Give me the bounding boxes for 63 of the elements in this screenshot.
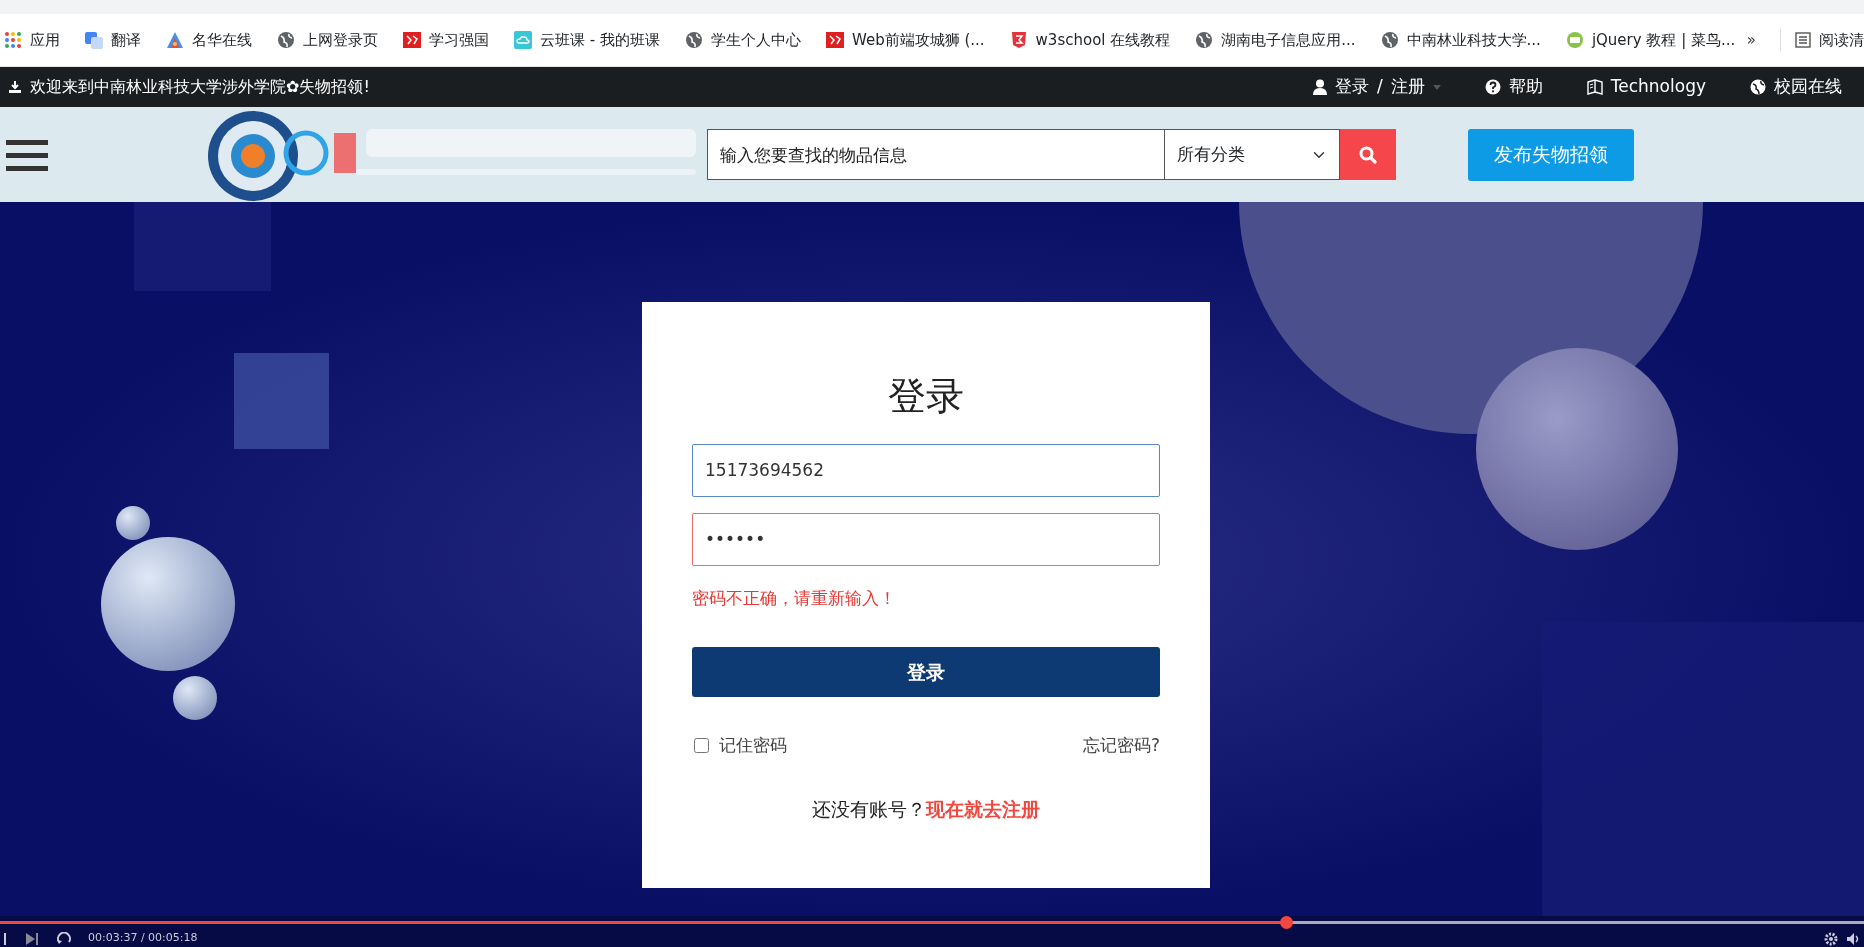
progress-handle[interactable] (1280, 916, 1294, 929)
bookmark-link[interactable]: 学习强国 (403, 28, 489, 52)
bookmark-link[interactable]: 上网登录页 (277, 28, 378, 52)
globe-icon (684, 31, 703, 49)
globe-icon (1195, 31, 1214, 49)
register-prompt: 还没有账号？现在就去注册 (811, 796, 1041, 822)
register-link[interactable]: 现在就去注册 (926, 797, 1040, 820)
password-field[interactable]: •••••• (692, 512, 1160, 566)
remember-checkbox[interactable] (694, 738, 709, 754)
error-message: 密码不正确，请重新输入！ (692, 586, 897, 610)
playback-time: 00:03:37 / 00:05:18 (88, 930, 198, 947)
login-button[interactable]: 登录 (692, 647, 1160, 698)
ring-icon (1565, 31, 1584, 49)
globe-icon (1380, 31, 1399, 49)
register-link[interactable]: 注册 (1390, 74, 1425, 100)
cloud-icon (514, 31, 532, 49)
bookmark-link[interactable]: 中南林业科技大学... (1380, 28, 1541, 52)
download-icon (8, 80, 22, 94)
welcome-text: 欢迎来到中南林业科技大学涉外学院✿失物招领! (30, 76, 370, 98)
next-icon[interactable] (26, 932, 40, 945)
search-icon (1359, 145, 1377, 164)
volume-icon[interactable] (1846, 931, 1860, 946)
search-button[interactable] (1340, 129, 1396, 180)
bookmark-link[interactable]: jQuery 教程 | 菜鸟... (1565, 28, 1736, 52)
globe-icon (277, 31, 295, 49)
category-select[interactable]: 所有分类 (1165, 129, 1340, 180)
bookmark-link[interactable]: 云班课 - 我的班课 (514, 28, 660, 52)
nav-link[interactable]: 校园在线 (1750, 74, 1842, 100)
bookmark-link[interactable]: 湖南电子信息应用... (1195, 28, 1356, 52)
bookmark-link[interactable]: Web前端攻城狮 (... (825, 28, 985, 52)
tile-icon (85, 31, 103, 49)
seal-icon (825, 31, 844, 49)
sphere-decoration (173, 676, 217, 720)
dots-grid-icon (4, 31, 22, 49)
bookmark-link[interactable]: 翻译 (85, 28, 141, 52)
seal-icon (403, 31, 421, 49)
caret-icon (1432, 84, 1441, 90)
username-field[interactable]: 15173694562 (692, 443, 1160, 497)
triangle-icon (166, 31, 184, 49)
separator-text: / (1377, 75, 1383, 99)
bookmark-link[interactable]: 应用 (4, 28, 60, 52)
loop-icon[interactable] (56, 931, 72, 946)
remember-label: 记住密码 (719, 734, 787, 758)
nav-link[interactable]: Technology (1586, 74, 1706, 100)
shield-icon (1009, 31, 1028, 49)
bookmark-link[interactable]: w3school 在线教程 (1009, 28, 1171, 52)
globe-icon (1750, 79, 1766, 95)
bookmark-link[interactable]: 名华在线 (166, 28, 252, 52)
help-icon (1484, 79, 1501, 95)
search-field[interactable]: 输入您要查找的物品信息 (707, 129, 1165, 180)
forgot-password-link[interactable]: 忘记密码? (1082, 733, 1160, 759)
login-link[interactable]: 登录 (1335, 74, 1370, 100)
user-icon (1313, 79, 1328, 95)
book-icon (1586, 79, 1603, 95)
settings-icon[interactable] (1824, 931, 1838, 946)
progress-track[interactable] (0, 916, 1864, 929)
menu-icon[interactable] (6, 137, 48, 172)
bookmark-link[interactable]: 学生个人中心 (684, 28, 801, 52)
nav-link[interactable]: 帮助 (1484, 74, 1543, 100)
list-icon (1795, 32, 1811, 48)
reading-list-link[interactable]: 阅读清 (1780, 28, 1864, 52)
overflow-chevron[interactable]: » (1746, 28, 1756, 52)
login-title: 登录 (887, 374, 965, 420)
